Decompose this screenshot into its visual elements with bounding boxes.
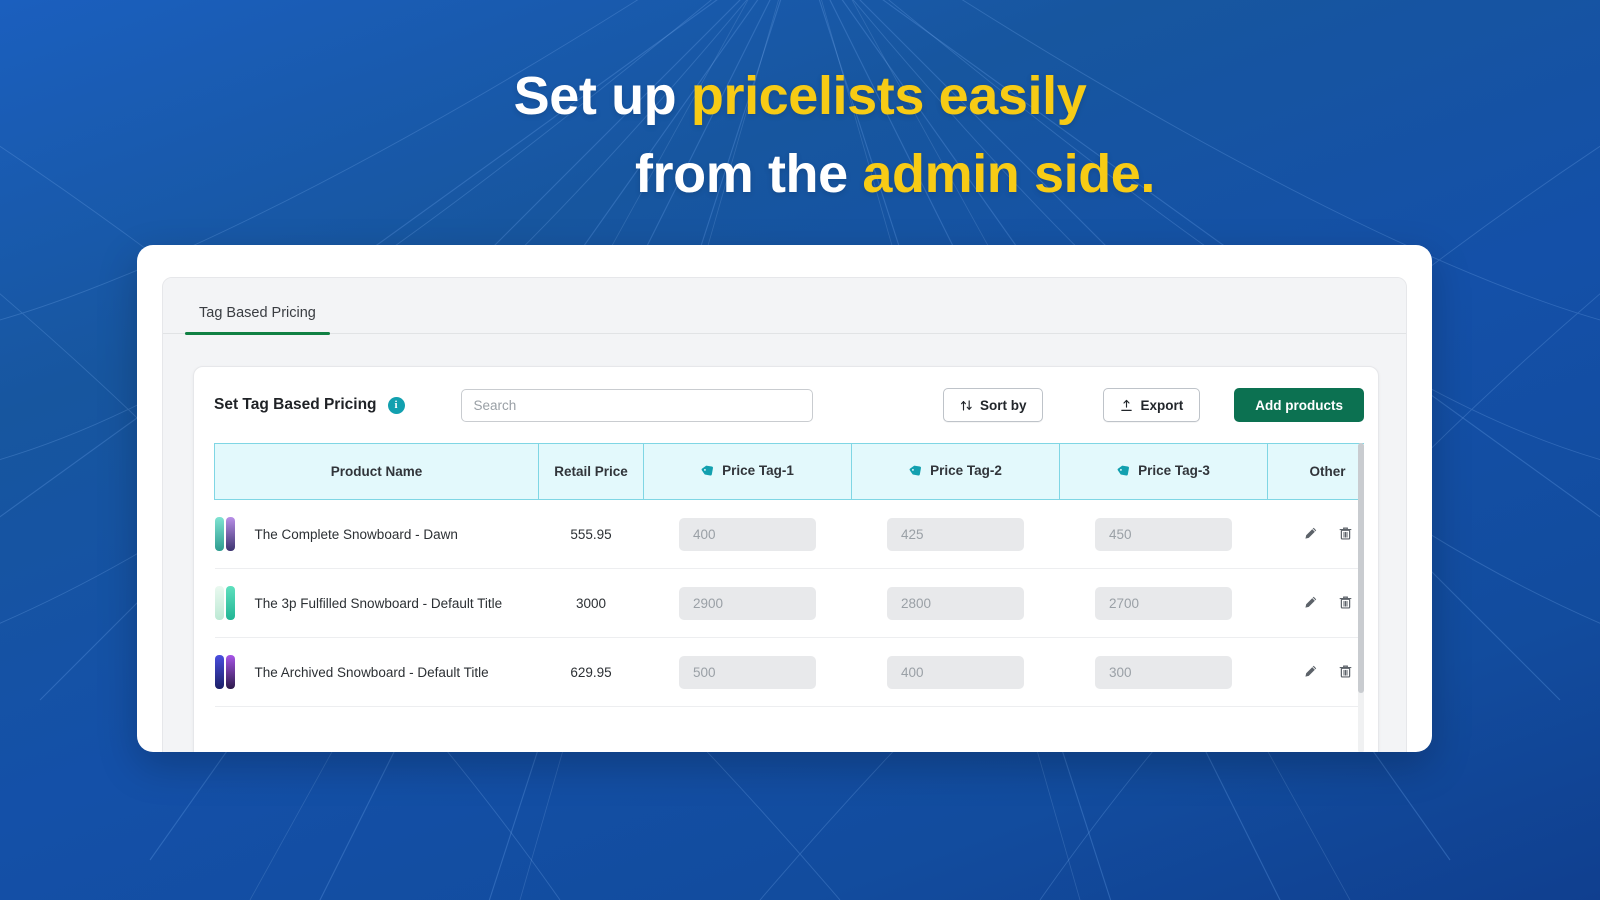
delete-icon[interactable] (1337, 663, 1354, 680)
search-input[interactable] (460, 388, 813, 422)
price-tag-2-input[interactable] (887, 586, 1024, 620)
sort-by-label: Sort by (979, 397, 1027, 413)
headline-line1-accent: pricelists easily (690, 66, 1087, 126)
add-products-label: Add products (1255, 397, 1343, 413)
price-tag-2-input[interactable] (887, 655, 1024, 689)
search-field-wrapper (460, 388, 813, 422)
price-tag-icon (701, 463, 715, 477)
app-window: Tag Based Pricing Set Tag Based Pricing … (137, 245, 1432, 752)
cell-price-tag-1 (643, 568, 852, 638)
price-tag-1-input[interactable] (679, 586, 816, 620)
product-thumbnail (214, 654, 237, 690)
cell-other (1267, 637, 1364, 707)
table-scrollbar-thumb[interactable] (1358, 443, 1364, 693)
promo-banner: Set up pricelists easily from the admin … (0, 0, 1600, 900)
cell-other (1267, 568, 1364, 638)
column-label: Price Tag-1 (722, 462, 794, 478)
pricing-table: Product Name Retail Price Price Tag-1 Pr… (214, 443, 1364, 707)
cell-retail-price: 629.95 (538, 637, 644, 707)
column-label: Retail Price (554, 464, 628, 479)
cell-other (1267, 499, 1364, 569)
edit-icon[interactable] (1302, 525, 1319, 542)
product-thumbnail (214, 516, 237, 552)
price-tag-icon (909, 463, 923, 477)
dot-cluster-left (78, 778, 189, 793)
cell-product-name: The 3p Fulfilled Snowboard - Default Tit… (214, 568, 539, 638)
column-label: Other (1309, 464, 1346, 479)
table-row: The Complete Snowboard - Dawn 555.95 (214, 499, 1364, 569)
cell-price-tag-2 (851, 499, 1060, 569)
price-tag-1-input[interactable] (679, 517, 816, 551)
table-row: The 3p Fulfilled Snowboard - Default Tit… (214, 568, 1364, 638)
pricing-toolbar: Set Tag Based Pricing i Sort (194, 367, 1378, 443)
price-tag-3-input[interactable] (1095, 655, 1232, 689)
column-header-price-tag-1: Price Tag-1 (643, 443, 852, 500)
export-label: Export (1140, 397, 1184, 413)
cell-price-tag-1 (643, 637, 852, 707)
cell-price-tag-2 (851, 637, 1060, 707)
info-icon[interactable]: i (387, 396, 405, 414)
cell-price-tag-1 (643, 499, 852, 569)
sort-arrows-icon (960, 399, 973, 412)
column-header-product-name: Product Name (214, 443, 539, 500)
table-scroll-region: Product Name Retail Price Price Tag-1 Pr… (214, 443, 1364, 752)
column-header-price-tag-3: Price Tag-3 (1059, 443, 1268, 500)
edit-icon[interactable] (1302, 663, 1319, 680)
cell-product-name: The Complete Snowboard - Dawn (214, 499, 539, 569)
price-tag-3-input[interactable] (1095, 517, 1232, 551)
price-tag-1-input[interactable] (679, 655, 816, 689)
column-label: Price Tag-2 (930, 462, 1002, 478)
cell-retail-price: 3000 (538, 568, 644, 638)
cell-price-tag-3 (1059, 499, 1268, 569)
tab-bar: Tag Based Pricing (163, 278, 1406, 335)
headline-line1-plain: Set up (513, 66, 691, 126)
page-title: Set Tag Based Pricing (214, 396, 377, 413)
export-button[interactable]: Export (1103, 388, 1201, 422)
sort-by-button[interactable]: Sort by (942, 388, 1044, 422)
price-tag-icon (1117, 463, 1131, 477)
table-body: The Complete Snowboard - Dawn 555.95 400… (214, 499, 1364, 707)
column-label: Product Name (330, 464, 423, 479)
table-header-row: Product Name Retail Price Price Tag-1 Pr… (214, 443, 1364, 500)
headline-line2-plain: from the (634, 143, 863, 204)
column-label: Price Tag-3 (1138, 462, 1210, 478)
table-head: Product Name Retail Price Price Tag-1 Pr… (214, 443, 1364, 500)
cell-price-tag-3 (1059, 568, 1268, 638)
headline-line2-accent: admin side. (862, 143, 1156, 204)
price-tag-3-input[interactable] (1095, 586, 1232, 620)
tab-label: Tag Based Pricing (199, 305, 316, 321)
tab-tag-based-pricing[interactable]: Tag Based Pricing (185, 305, 330, 335)
app-panel: Tag Based Pricing Set Tag Based Pricing … (162, 277, 1407, 752)
column-header-other: Other (1267, 443, 1364, 500)
table-row: The Archived Snowboard - Default Title 6… (214, 637, 1364, 707)
edit-icon[interactable] (1302, 594, 1319, 611)
table-scrollbar[interactable] (1358, 443, 1364, 752)
delete-icon[interactable] (1337, 525, 1354, 542)
cell-retail-price: 555.95 (538, 499, 644, 569)
pricing-card: Set Tag Based Pricing i Sort (193, 366, 1379, 752)
column-header-retail-price: Retail Price (538, 443, 644, 500)
cell-price-tag-3 (1059, 637, 1268, 707)
delete-icon[interactable] (1337, 594, 1354, 611)
product-thumbnail (214, 585, 237, 621)
product-name-label: The 3p Fulfilled Snowboard - Default Tit… (254, 595, 503, 611)
product-name-label: The Archived Snowboard - Default Title (254, 664, 489, 680)
cell-price-tag-2 (851, 568, 1060, 638)
add-products-button[interactable]: Add products (1234, 388, 1364, 422)
column-header-price-tag-2: Price Tag-2 (851, 443, 1060, 500)
product-name-label: The Complete Snowboard - Dawn (254, 526, 458, 542)
cell-product-name: The Archived Snowboard - Default Title (214, 637, 539, 707)
price-tag-2-input[interactable] (887, 517, 1024, 551)
upload-icon (1120, 399, 1133, 412)
promo-headline: Set up pricelists easily from the admin … (0, 58, 1600, 214)
